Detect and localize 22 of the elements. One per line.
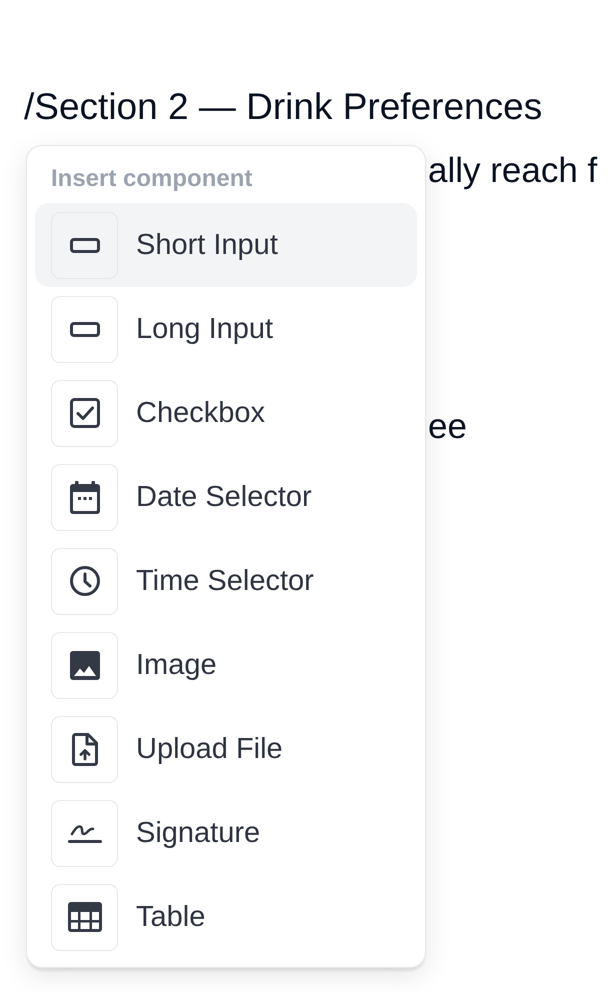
menu-item[interactable]: Table — [35, 875, 417, 959]
menu-item[interactable]: Checkbox — [35, 371, 417, 455]
menu-title: Insert component — [50, 164, 254, 194]
checkbox-icon — [70, 398, 100, 428]
calendar-icon — [70, 480, 100, 514]
menu-item[interactable]: Short Input — [35, 203, 417, 287]
menu-item[interactable]: Time Selector — [35, 539, 417, 623]
table-icon — [68, 902, 102, 932]
text-field-icon — [70, 238, 100, 252]
body-text: ee — [428, 407, 467, 447]
menu-item[interactable]: Long Input — [35, 287, 417, 371]
clock-icon — [70, 566, 100, 596]
menu-item[interactable]: Image — [35, 623, 417, 707]
menu-item[interactable]: Upload File — [35, 707, 417, 791]
text-field-icon — [70, 322, 100, 336]
section-heading: /Section 2 — Drink Preferences — [24, 86, 542, 128]
menu-item[interactable]: Date Selector — [35, 455, 417, 539]
file-upload-icon — [72, 732, 98, 766]
menu-item[interactable]: Signature — [35, 791, 417, 875]
image-icon — [70, 650, 100, 680]
signature-icon — [68, 823, 102, 843]
body-text: ally reach f — [428, 151, 598, 191]
